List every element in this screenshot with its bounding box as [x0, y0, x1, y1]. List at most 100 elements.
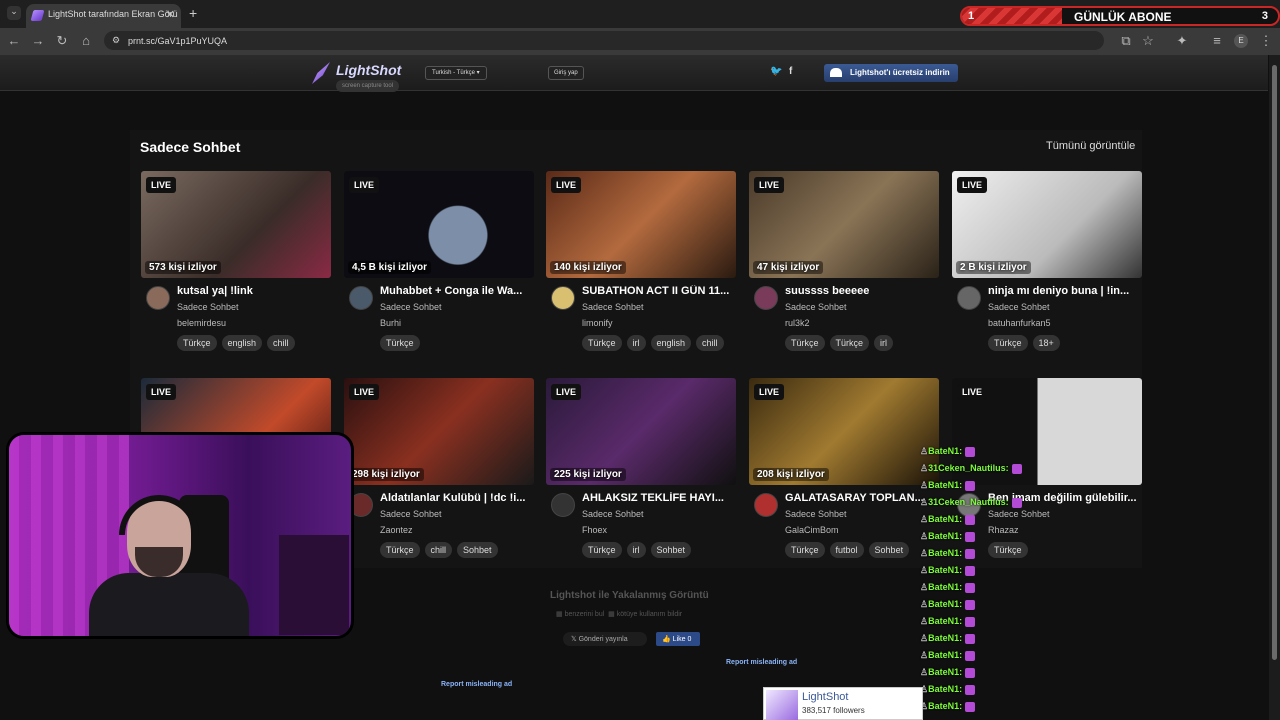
stream-category[interactable]: Sadece Sohbet [785, 509, 847, 519]
stream-card[interactable]: LIVE 573 kişi izliyor kutsal ya| !link Sade… [141, 171, 331, 371]
channel-avatar[interactable] [754, 286, 778, 310]
stream-thumbnail[interactable]: LIVE 4,5 B kişi izliyor [344, 171, 534, 278]
stream-username[interactable]: batuhanfurkan5 [988, 318, 1051, 328]
channel-avatar[interactable] [551, 286, 575, 310]
tag-pill[interactable]: Türkçe [785, 542, 825, 558]
tag-pill[interactable]: irl [626, 335, 646, 351]
install-app-icon[interactable]: ⧉ [1118, 33, 1134, 49]
channel-avatar[interactable] [754, 493, 778, 517]
tag-pill[interactable]: chill [267, 335, 295, 351]
stream-title[interactable]: Muhabbet + Conga ile Wa... [380, 285, 534, 297]
channel-avatar[interactable] [551, 493, 575, 517]
tag-pill[interactable]: chill [696, 335, 724, 351]
address-bar[interactable]: ⚙ prnt.sc/GaV1p1PuYUQA [104, 31, 1104, 50]
like-button[interactable]: 👍 Like 0 [656, 632, 700, 646]
stream-thumbnail[interactable]: LIVE 298 kişi izliyor [344, 378, 534, 485]
stream-thumbnail[interactable]: LIVE 47 kişi izliyor [749, 171, 939, 278]
stream-category[interactable]: Sadece Sohbet [785, 302, 847, 312]
tag-pill[interactable]: english [221, 335, 263, 351]
tag-pill[interactable]: Türkçe [582, 542, 622, 558]
stream-category[interactable]: Sadece Sohbet [988, 509, 1050, 519]
twitter-icon[interactable]: 🐦 [770, 66, 782, 77]
channel-avatar[interactable] [957, 286, 981, 310]
tag-pill[interactable]: futbol [829, 542, 864, 558]
reload-icon[interactable]: ↻ [54, 33, 70, 49]
stream-username[interactable]: Burhi [380, 318, 401, 328]
stream-username[interactable]: Zaontez [380, 525, 413, 535]
tag-pill[interactable]: Sohbet [457, 542, 498, 558]
tag-pill[interactable]: Türkçe [380, 542, 420, 558]
stream-username[interactable]: limonify [582, 318, 613, 328]
bookmark-star-icon[interactable]: ☆ [1140, 33, 1156, 49]
post-button[interactable]: 𝕏 Gönderi yayınla [563, 632, 647, 646]
channel-avatar[interactable] [146, 286, 170, 310]
tag-pill[interactable]: irl [874, 335, 894, 351]
language-select[interactable]: Turkish - Türkçe ▾ [425, 66, 487, 80]
facebook-icon[interactable]: f [789, 66, 792, 77]
similar-link[interactable]: benzerini bul [565, 611, 605, 618]
tag-pill[interactable]: english [650, 335, 692, 351]
tag-pill[interactable]: Türkçe [582, 335, 622, 351]
profile-avatar[interactable]: E [1234, 34, 1248, 48]
stream-category[interactable]: Sadece Sohbet [988, 302, 1050, 312]
stream-category[interactable]: Sadece Sohbet [177, 302, 239, 312]
stream-thumbnail[interactable]: LIVE 208 kişi izliyor [749, 378, 939, 485]
stream-card[interactable]: LIVE Ben imam değilim gülebilir... Sadece … [952, 378, 1142, 578]
stream-card[interactable]: LIVE 2 B kişi izliyor ninja mı deniyo buna… [952, 171, 1142, 371]
stream-thumbnail[interactable]: LIVE 573 kişi izliyor [141, 171, 331, 278]
stream-title[interactable]: kutsal ya| !link [177, 285, 331, 297]
new-tab-icon[interactable]: + [189, 5, 197, 21]
tag-pill[interactable]: 18+ [1032, 335, 1060, 351]
scrollbar-thumb[interactable] [1272, 65, 1277, 660]
stream-title[interactable]: ninja mı deniyo buna | !in... [988, 285, 1142, 297]
view-all-link[interactable]: Tümünü görüntüle [1046, 140, 1135, 152]
login-button[interactable]: Giriş yap [548, 66, 584, 80]
tag-pill[interactable]: chill [424, 542, 453, 558]
stream-title[interactable]: SUBATHON ACT II GÜN 11... [582, 285, 736, 297]
stream-category[interactable]: Sadece Sohbet [582, 509, 644, 519]
tag-pill[interactable]: Sohbet [650, 542, 692, 558]
download-button[interactable]: Lightshot'ı ücretsiz indirin [824, 64, 958, 82]
reading-list-icon[interactable]: ≡ [1209, 33, 1225, 48]
site-info-icon[interactable]: ⚙ [112, 35, 120, 46]
stream-username[interactable]: Fhoex [582, 525, 607, 535]
tag-pill[interactable]: Sohbet [868, 542, 910, 558]
channel-avatar[interactable] [349, 286, 373, 310]
stream-card[interactable]: LIVE 4,5 B kişi izliyor Muhabbet + Conga i… [344, 171, 534, 371]
fb-page-name[interactable]: LightShot [802, 691, 848, 703]
tab-close-icon[interactable]: ✕ [166, 8, 175, 21]
page-scrollbar[interactable] [1269, 55, 1280, 720]
report-abuse-link[interactable]: kötüye kullanım bildir [617, 611, 682, 618]
stream-thumbnail[interactable]: LIVE 2 B kişi izliyor [952, 171, 1142, 278]
stream-username[interactable]: rul3k2 [785, 318, 810, 328]
tag-pill[interactable]: Türkçe [177, 335, 217, 351]
stream-title[interactable]: AHLAKSIZ TEKLİFE HAYI... [582, 492, 736, 504]
tag-pill[interactable]: Türkçe [380, 335, 420, 351]
stream-title[interactable]: suussss beeeee [785, 285, 939, 297]
report-ad-link-2[interactable]: Report misleading ad [441, 681, 512, 688]
home-icon[interactable]: ⌂ [78, 33, 94, 48]
forward-icon[interactable]: → [30, 33, 46, 48]
stream-card[interactable]: LIVE 140 kişi izliyor SUBATHON ACT II GÜN … [546, 171, 736, 371]
stream-category[interactable]: Sadece Sohbet [380, 509, 442, 519]
stream-card[interactable]: LIVE 225 kişi izliyor AHLAKSIZ TEKLİFE HAY… [546, 378, 736, 578]
stream-title[interactable]: GALATASARAY TOPLAN... [785, 492, 939, 504]
report-ad-link[interactable]: Report misleading ad [726, 659, 797, 666]
tab-list-chevron-icon[interactable]: ⌄ [7, 6, 21, 20]
stream-title[interactable]: Aldatılanlar Kulübü | !dc !i... [380, 492, 534, 504]
tag-pill[interactable]: Türkçe [785, 335, 825, 351]
tag-pill[interactable]: irl [626, 542, 646, 558]
back-icon[interactable]: ← [6, 33, 22, 48]
stream-username[interactable]: GalaCimBom [785, 525, 839, 535]
lightshot-logo[interactable]: LightShot screen capture tool [312, 60, 402, 92]
stream-category[interactable]: Sadece Sohbet [380, 302, 442, 312]
facebook-page-widget[interactable]: LightShot 383,517 followers [763, 687, 923, 720]
stream-card[interactable]: LIVE 208 kişi izliyor GALATASARAY TOPLAN..… [749, 378, 939, 578]
stream-username[interactable]: Rhazaz [988, 525, 1019, 535]
stream-category[interactable]: Sadece Sohbet [582, 302, 644, 312]
stream-thumbnail[interactable]: LIVE 225 kişi izliyor [546, 378, 736, 485]
stream-thumbnail[interactable]: LIVE 140 kişi izliyor [546, 171, 736, 278]
tag-pill[interactable]: Türkçe [829, 335, 870, 351]
browser-menu-icon[interactable]: ⋮ [1258, 33, 1274, 49]
tag-pill[interactable]: Türkçe [988, 335, 1028, 351]
